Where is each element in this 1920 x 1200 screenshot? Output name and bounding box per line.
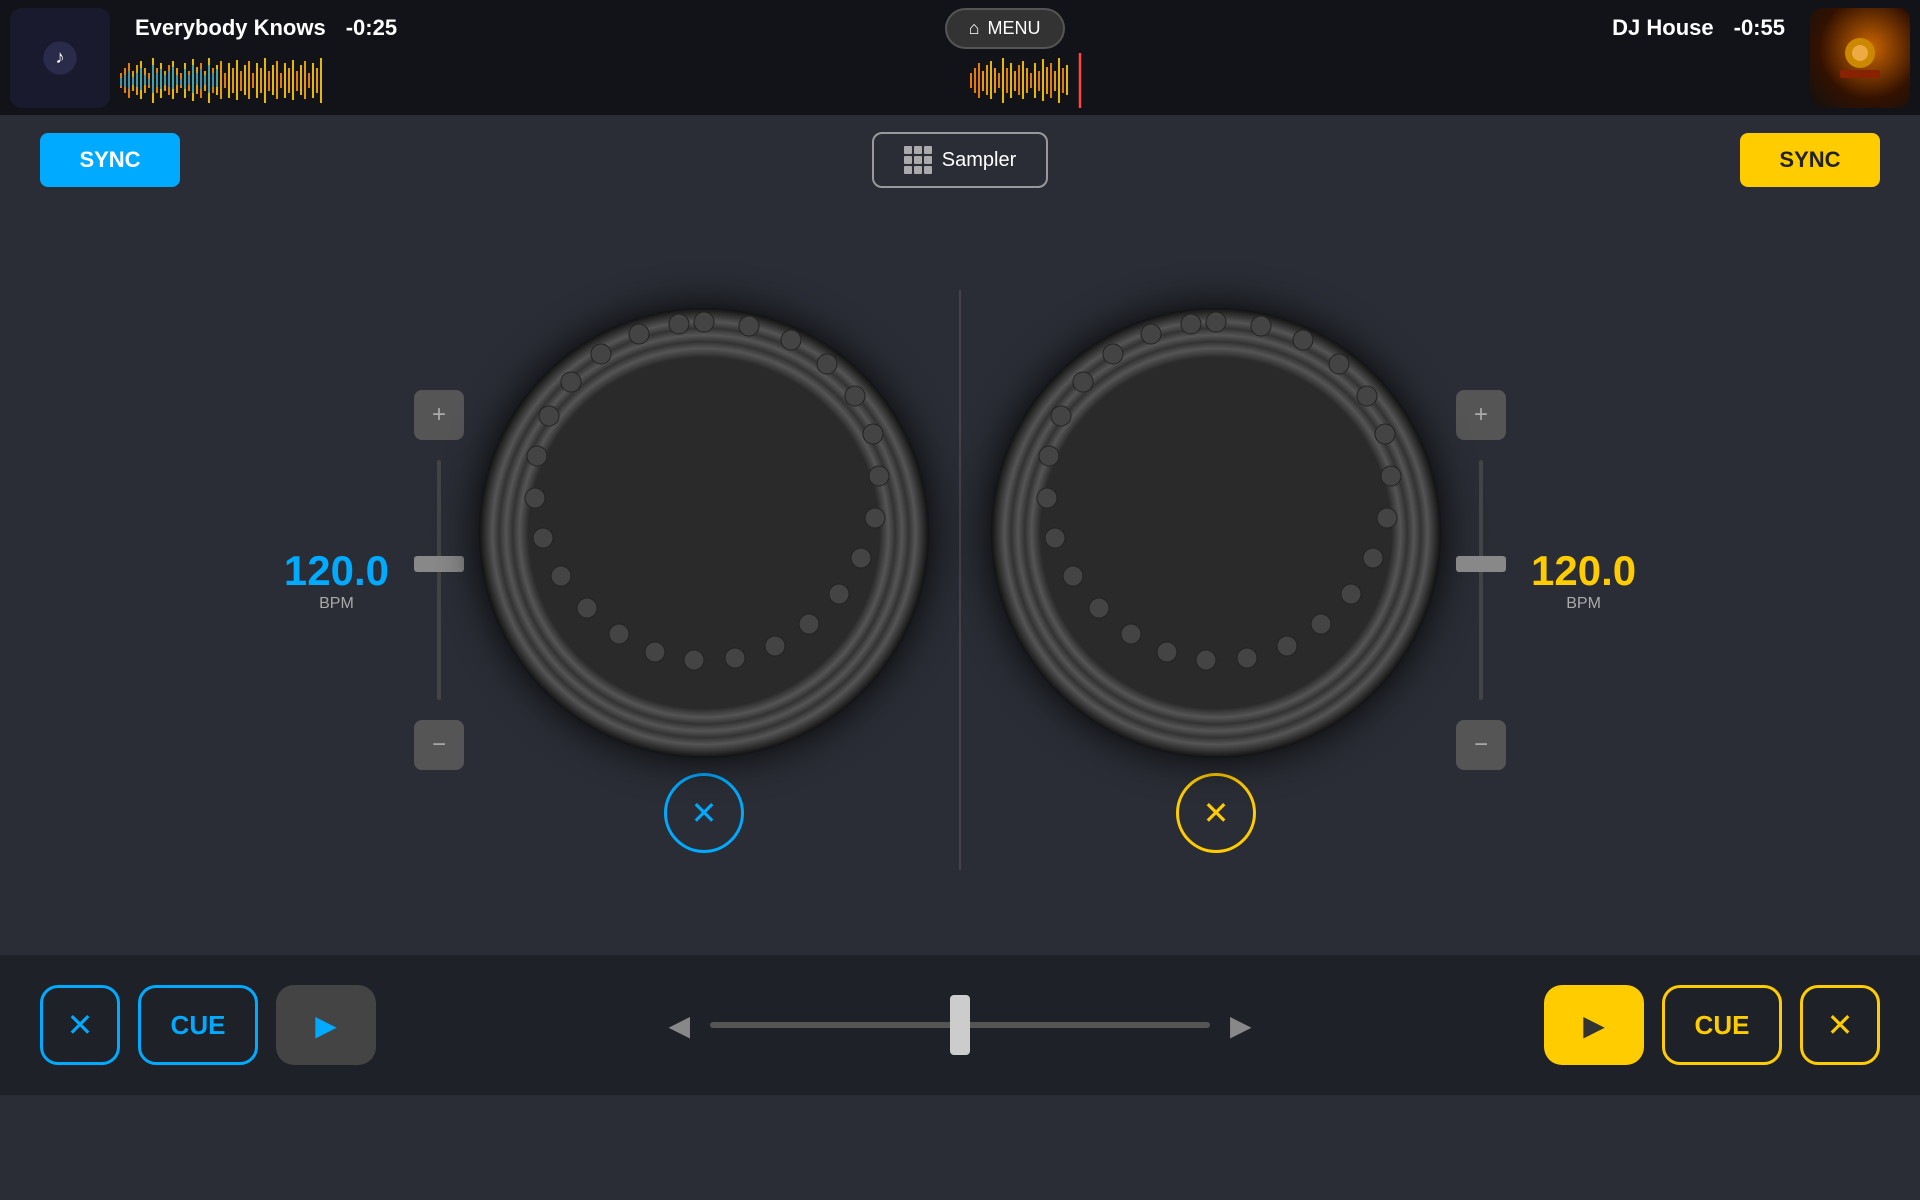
waveform-display[interactable] (120, 53, 1800, 108)
crossfader-handle[interactable] (950, 995, 970, 1055)
top-bar: ♪ Everybody Knows -0:25 ⌂ MENU DJ House … (0, 0, 1920, 115)
left-track-thumb[interactable]: ♪ (10, 8, 110, 108)
right-track-title: DJ House (1612, 15, 1713, 41)
sampler-button[interactable]: Sampler (872, 132, 1048, 188)
bottom-right-controls: ▶ CUE ✕ (1544, 985, 1880, 1065)
pitch-handle-left[interactable] (414, 556, 464, 572)
bpm-display-left: 120.0 BPM (284, 547, 389, 613)
pitch-slider-left[interactable]: + − (414, 390, 464, 770)
svg-text:♪: ♪ (55, 46, 64, 67)
crossfader-area: ◀ ▶ (376, 1009, 1544, 1042)
menu-button[interactable]: ⌂ MENU (945, 8, 1065, 49)
play-button-left[interactable]: ▶ (276, 985, 376, 1065)
x-icon-right: ✕ (1827, 1006, 1854, 1044)
close-button-right[interactable]: ✕ (1176, 773, 1256, 853)
x-icon-left: ✕ (67, 1006, 94, 1044)
pitch-handle-right[interactable] (1456, 556, 1506, 572)
bpm-value-left: 120.0 (284, 547, 389, 595)
cue-label-left: CUE (171, 1010, 226, 1041)
turntable-right[interactable] (991, 308, 1441, 758)
sampler-label: Sampler (942, 149, 1016, 172)
turntable-right-container: ✕ (991, 308, 1441, 853)
bottom-bar: ✕ CUE ▶ ◀ ▶ ▶ CUE ✕ (0, 955, 1920, 1095)
play-icon-left: ▶ (315, 1009, 337, 1042)
main-area: SYNC Sampler SYNC 120.0 BPM (0, 115, 1920, 955)
sync-button-left[interactable]: SYNC (40, 133, 180, 187)
cue-label-right: CUE (1695, 1010, 1750, 1041)
turntable-left[interactable] (479, 308, 929, 758)
crossfader-track[interactable] (710, 1022, 1210, 1028)
pitch-minus-left[interactable]: − (414, 720, 464, 770)
bottom-left-controls: ✕ CUE ▶ (40, 985, 376, 1065)
pitch-plus-right[interactable]: + (1456, 390, 1506, 440)
grid-icon (904, 146, 932, 174)
bpm-label-left: BPM (284, 595, 389, 613)
x-button-left[interactable]: ✕ (40, 985, 120, 1065)
pitch-plus-left[interactable]: + (414, 390, 464, 440)
turntable-left-container: ✕ (479, 308, 929, 853)
left-track-time: -0:25 (346, 15, 397, 41)
menu-label: MENU (988, 18, 1041, 39)
pitch-track-left (437, 460, 441, 700)
crossfader-left-arrow[interactable]: ◀ (668, 1009, 690, 1042)
right-track-thumb[interactable] (1810, 8, 1910, 108)
home-icon: ⌂ (969, 18, 980, 39)
bpm-value-right: 120.0 (1531, 547, 1636, 595)
controls-top-row: SYNC Sampler SYNC (0, 115, 1920, 205)
pitch-minus-right[interactable]: − (1456, 720, 1506, 770)
right-track-time: -0:55 (1734, 15, 1785, 41)
bpm-label-right: BPM (1531, 595, 1636, 613)
close-button-left[interactable]: ✕ (664, 773, 744, 853)
bpm-display-right: 120.0 BPM (1531, 547, 1636, 613)
play-icon-right: ▶ (1583, 1009, 1605, 1042)
cue-button-left[interactable]: CUE (138, 985, 258, 1065)
decks-row: 120.0 BPM + − (0, 205, 1920, 955)
sync-button-right[interactable]: SYNC (1740, 133, 1880, 187)
waveform-section: Everybody Knows -0:25 ⌂ MENU DJ House -0… (120, 0, 1800, 115)
crossfader-right-arrow[interactable]: ▶ (1230, 1009, 1252, 1042)
play-button-right[interactable]: ▶ (1544, 985, 1644, 1065)
pitch-track-right (1479, 460, 1483, 700)
cue-button-right[interactable]: CUE (1662, 985, 1782, 1065)
pitch-slider-right[interactable]: + − (1456, 390, 1506, 770)
left-track-title: Everybody Knows (135, 15, 326, 41)
x-button-right[interactable]: ✕ (1800, 985, 1880, 1065)
